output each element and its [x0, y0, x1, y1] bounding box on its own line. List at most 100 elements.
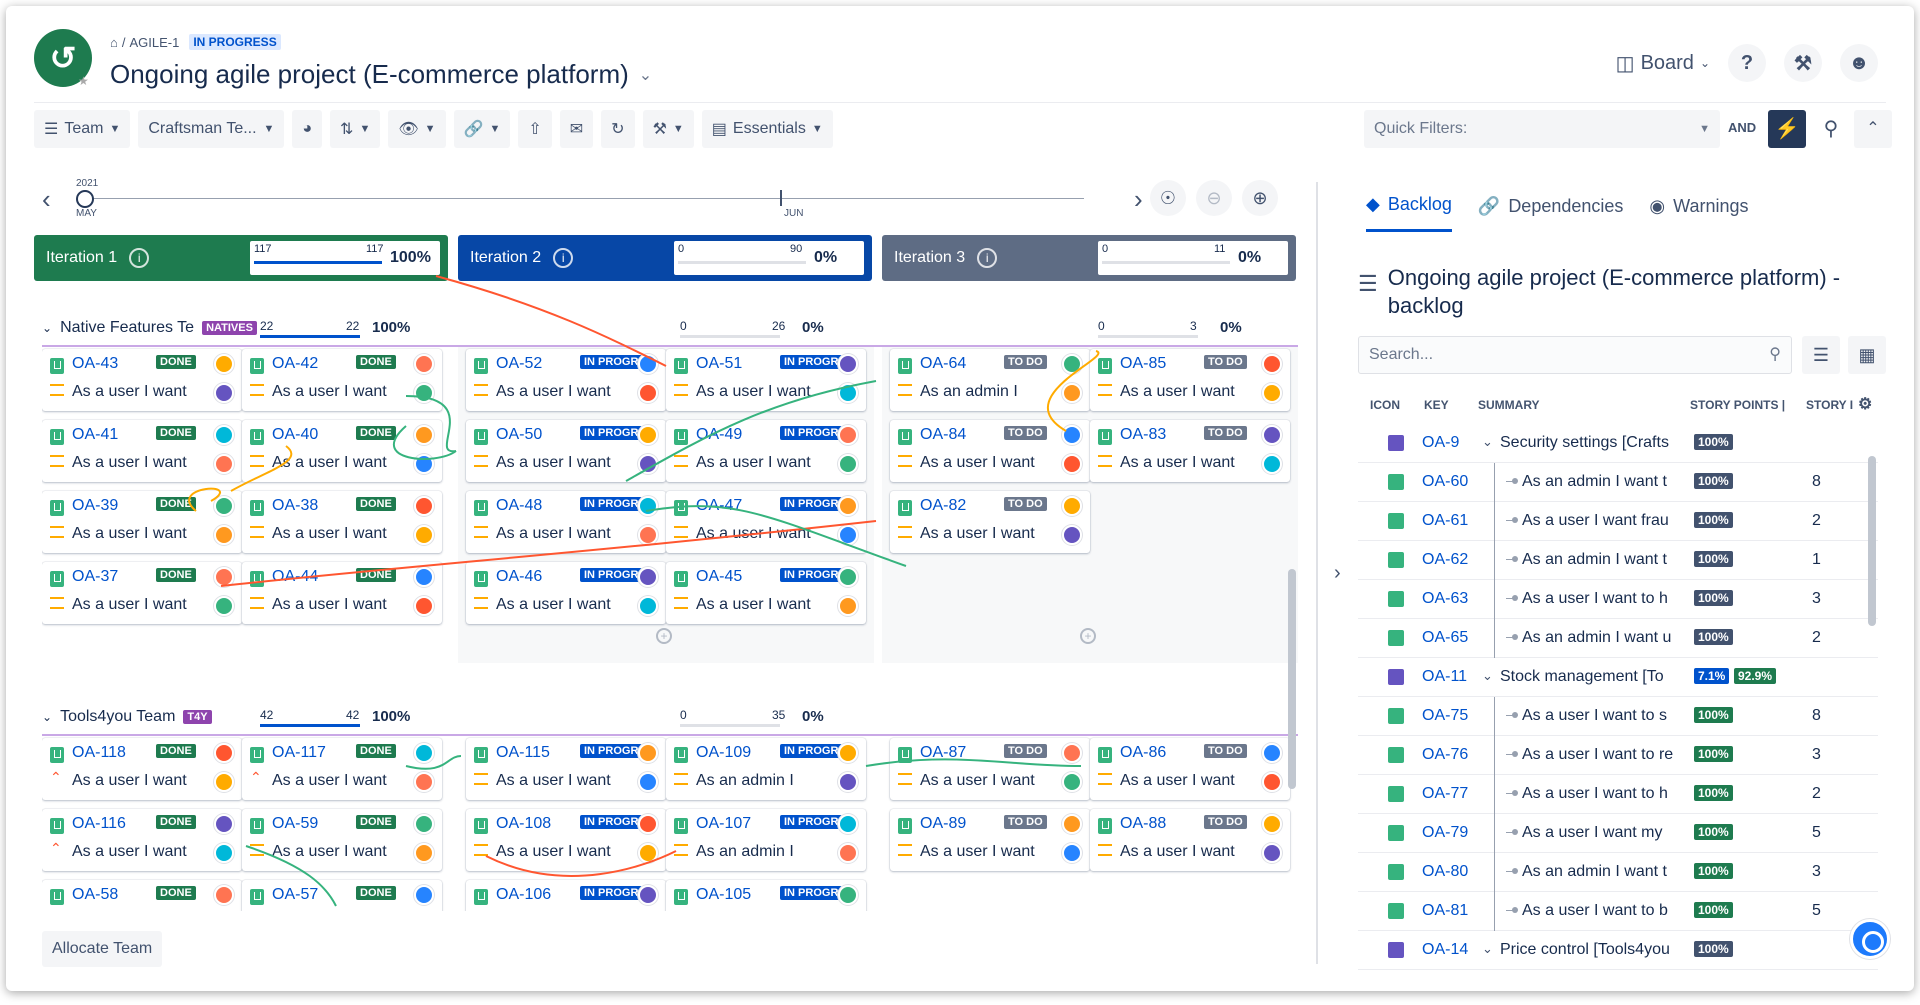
issue-card[interactable]: OA-109 IN PROGR As an admin I	[666, 738, 866, 800]
table-row[interactable]: OA-75 As a user I want to s 100% 8	[1358, 697, 1878, 736]
issue-key[interactable]: OA-58	[72, 886, 118, 904]
board-scrollbar[interactable]	[1288, 569, 1296, 789]
row-key[interactable]: OA-63	[1422, 590, 1468, 608]
issue-key[interactable]: OA-118	[72, 744, 126, 762]
issue-key[interactable]: OA-41	[72, 426, 118, 444]
issue-key[interactable]: OA-85	[1120, 355, 1166, 373]
panel-divider[interactable]	[1316, 182, 1318, 964]
issue-key[interactable]: OA-107	[696, 815, 751, 833]
assignee-avatar[interactable]	[638, 885, 658, 905]
issue-card[interactable]: OA-40 DONE As a user I want	[242, 420, 442, 482]
help-button[interactable]: ?	[1728, 44, 1766, 82]
assignee-avatar[interactable]	[1262, 425, 1282, 445]
view-dropdown[interactable]: 👁 ▼	[388, 110, 446, 148]
assignee-avatar[interactable]	[414, 814, 434, 834]
zoom-out-button[interactable]: ⊖	[1196, 180, 1232, 216]
assignee-avatar[interactable]	[1062, 814, 1082, 834]
row-key[interactable]: OA-77	[1422, 785, 1468, 803]
issue-card[interactable]: OA-88 TO DO As a user I want	[1090, 809, 1290, 871]
and-toggle[interactable]: AND	[1728, 120, 1756, 135]
issue-card[interactable]: OA-118 DONE ⌃ As a user I want	[42, 738, 242, 800]
iteration-header[interactable]: Iteration 1 i 117 117 100%	[34, 235, 448, 281]
issue-card[interactable]: OA-51 IN PROGR As a user I want	[666, 349, 866, 411]
zoom-in-button[interactable]: ⊕	[1242, 180, 1278, 216]
assignee-avatar[interactable]	[214, 885, 234, 905]
issue-key[interactable]: OA-106	[496, 886, 551, 904]
issue-card[interactable]: OA-37 DONE As a user I want	[42, 562, 242, 624]
issue-key[interactable]: OA-84	[920, 426, 966, 444]
assignee-avatar[interactable]	[214, 814, 234, 834]
row-key[interactable]: OA-60	[1422, 473, 1468, 491]
issue-key[interactable]: OA-64	[920, 355, 966, 373]
issue-key[interactable]: OA-47	[696, 497, 742, 515]
row-key[interactable]: OA-62	[1422, 551, 1468, 569]
issue-key[interactable]: OA-49	[696, 426, 742, 444]
assignee-avatar[interactable]	[214, 567, 234, 587]
assignee-avatar[interactable]	[838, 496, 858, 516]
settings-wrench-button[interactable]: ⚒	[1784, 44, 1822, 82]
chevron-right-icon[interactable]: ›	[1334, 562, 1341, 585]
row-key[interactable]: OA-79	[1422, 824, 1468, 842]
row-key[interactable]: OA-11	[1422, 668, 1468, 686]
issue-card[interactable]: OA-45 IN PROGR As a user I want	[666, 562, 866, 624]
row-key[interactable]: OA-9	[1422, 434, 1468, 452]
issue-card[interactable]: OA-87 TO DO As a user I want	[890, 738, 1090, 800]
assignee-avatar[interactable]	[214, 496, 234, 516]
assignee-avatar[interactable]	[1262, 743, 1282, 763]
issue-card[interactable]: OA-59 DONE As a user I want	[242, 809, 442, 871]
refresh-button[interactable]: ↻	[601, 110, 635, 148]
chevron-down-icon[interactable]: ⌄	[1482, 434, 1493, 450]
assignee-avatar[interactable]	[214, 354, 234, 374]
assignee-avatar[interactable]	[838, 567, 858, 587]
backlog-search-input[interactable]: Search... ⚲	[1358, 336, 1792, 374]
breadcrumb-project[interactable]: AGILE-1	[129, 35, 179, 50]
assignee-avatar[interactable]	[1062, 425, 1082, 445]
issue-key[interactable]: OA-40	[272, 426, 318, 444]
team-header[interactable]: ⌄ Tools4you Team T4Y	[42, 708, 212, 726]
issue-card[interactable]: OA-86 TO DO As a user I want	[1090, 738, 1290, 800]
issue-key[interactable]: OA-115	[496, 744, 550, 762]
issue-card[interactable]: OA-38 DONE As a user I want	[242, 491, 442, 553]
issue-key[interactable]: OA-38	[272, 497, 318, 515]
issue-card[interactable]: OA-52 IN PROGR As a user I want	[466, 349, 666, 411]
issue-key[interactable]: OA-37	[72, 568, 118, 586]
sort-dropdown[interactable]: ⇅ ▼	[330, 110, 381, 148]
issue-key[interactable]: OA-57	[272, 886, 318, 904]
issue-key[interactable]: OA-108	[496, 815, 551, 833]
issue-key[interactable]: OA-51	[696, 355, 742, 373]
issue-card[interactable]: OA-44 DONE As a user I want	[242, 562, 442, 624]
col-story-i[interactable]: STORY I	[1806, 398, 1853, 412]
row-key[interactable]: OA-65	[1422, 629, 1468, 647]
assignee-avatar[interactable]	[1062, 496, 1082, 516]
tab-backlog[interactable]: ◆ Backlog	[1366, 194, 1452, 232]
assignee-avatar[interactable]	[414, 743, 434, 763]
lightning-button[interactable]: ⚡	[1768, 110, 1806, 148]
issue-card[interactable]: OA-89 TO DO As a user I want	[890, 809, 1090, 871]
table-row[interactable]: OA-60 As an admin I want t 100% 8	[1358, 463, 1878, 502]
assignee-avatar[interactable]	[638, 496, 658, 516]
issue-key[interactable]: OA-44	[272, 568, 318, 586]
issue-card[interactable]: OA-49 IN PROGR As a user I want	[666, 420, 866, 482]
assignee-avatar[interactable]	[638, 354, 658, 374]
home-icon[interactable]: ⌂	[110, 35, 118, 50]
issue-card[interactable]: OA-48 IN PROGR As a user I want	[466, 491, 666, 553]
issue-key[interactable]: OA-43	[72, 355, 118, 373]
issue-key[interactable]: OA-39	[72, 497, 118, 515]
pie-chart-button[interactable]: ◕	[292, 110, 323, 148]
assignee-avatar[interactable]	[1062, 743, 1082, 763]
issue-key[interactable]: OA-48	[496, 497, 542, 515]
assignee-avatar[interactable]	[638, 425, 658, 445]
tab-warnings[interactable]: ◉ Warnings	[1649, 194, 1748, 232]
issue-card[interactable]: OA-117 DONE ⌃ As a user I want	[242, 738, 442, 800]
table-row[interactable]: OA-61 As a user I want frau 100% 2	[1358, 502, 1878, 541]
issue-card[interactable]: OA-106 IN PROGR	[466, 880, 666, 911]
issue-card[interactable]: OA-115 IN PROGR As a user I want	[466, 738, 666, 800]
issue-card[interactable]: OA-82 TO DO As a user I want	[890, 491, 1090, 553]
timeline-track[interactable]	[84, 198, 1084, 199]
issue-key[interactable]: OA-59	[272, 815, 318, 833]
assignee-avatar[interactable]	[838, 885, 858, 905]
chevron-down-icon[interactable]: ⌄	[639, 65, 652, 85]
chevron-down-icon[interactable]: ⌄	[1482, 941, 1493, 957]
star-icon[interactable]: ★	[78, 74, 92, 88]
target-button[interactable]: ☉	[1150, 180, 1186, 216]
